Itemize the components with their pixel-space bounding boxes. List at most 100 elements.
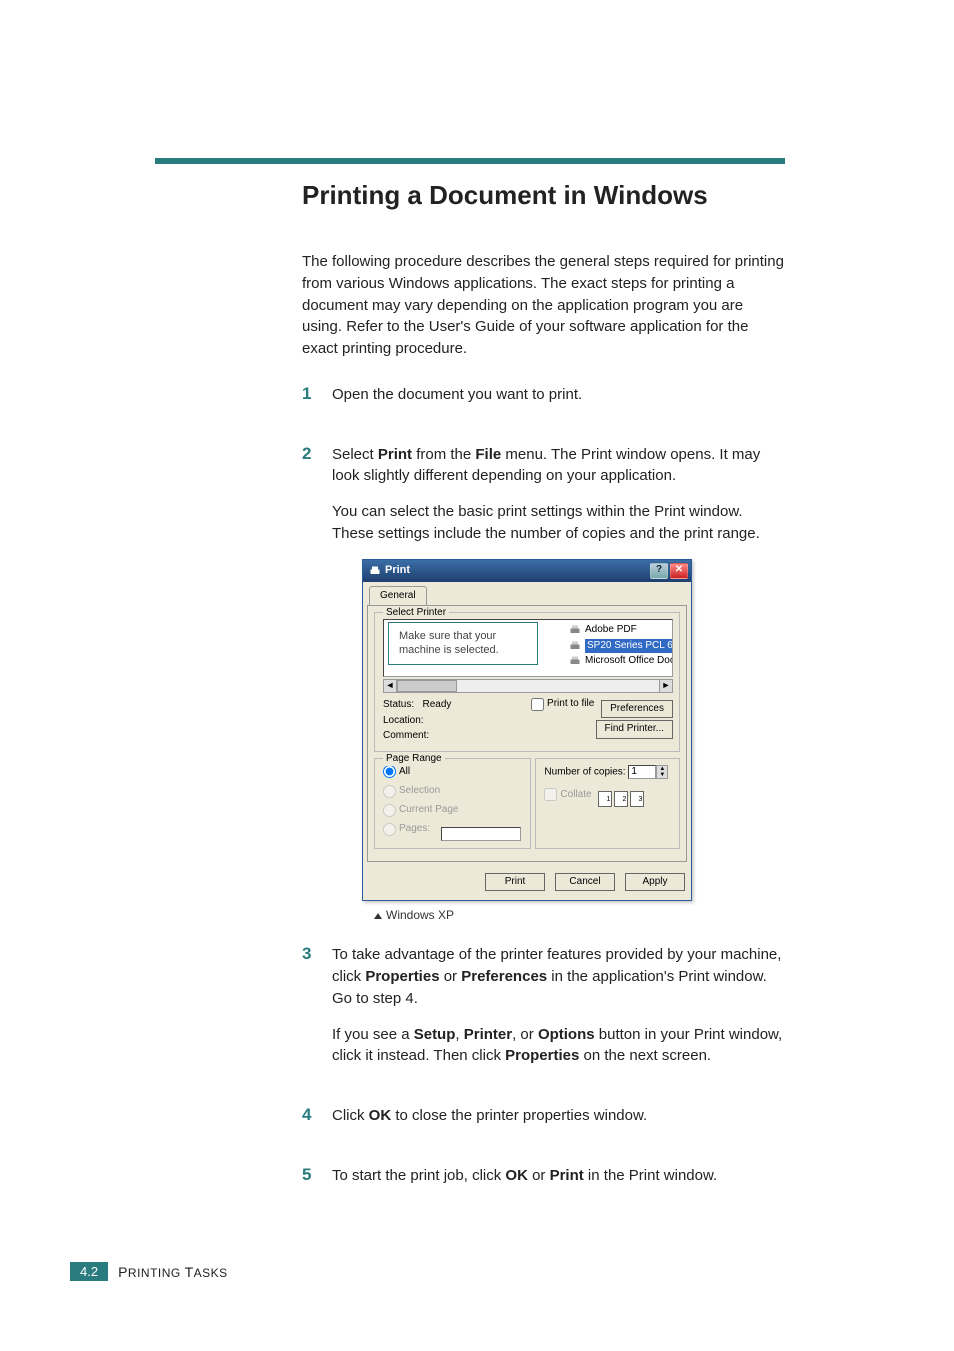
printer-item-selected[interactable]: SP20 Series PCL 6 [569, 639, 673, 654]
radio-label: Current Page [399, 803, 458, 818]
step-2: 2 Select Print from the File menu. The P… [302, 444, 786, 933]
top-rule [155, 158, 785, 164]
radio-current-page: Current Page [383, 803, 458, 818]
checkbox-label: Collate [560, 788, 591, 803]
dialog-title: Print [385, 563, 410, 579]
step-5-text: To start the print job, click OK or Prin… [332, 1165, 786, 1187]
page-title: Printing a Document in Windows [302, 180, 786, 211]
copies-group: Number of copies: ▲▼ Collate 123 [535, 758, 680, 849]
page-range-group: Page Range All Selection Current Page Pa… [374, 758, 531, 849]
print-to-file-checkbox[interactable]: Print to file [531, 697, 594, 712]
text: in the Print window. [584, 1167, 717, 1184]
bold-file: File [475, 446, 501, 463]
close-icon[interactable]: ✕ [670, 563, 688, 579]
radio [383, 804, 396, 817]
status-value: Ready [422, 699, 451, 710]
scroll-left-icon[interactable]: ◄ [383, 679, 397, 693]
step-3: 3 To take advantage of the printer featu… [302, 944, 786, 1081]
print-dialog: Print ? ✕ General Select Printer [362, 559, 692, 902]
triangle-icon [374, 913, 382, 919]
scroll-thumb[interactable] [397, 680, 457, 692]
radio-label: Selection [399, 784, 440, 799]
text: To start the print job, click [332, 1167, 505, 1184]
comment-label: Comment: [383, 729, 531, 744]
radio-pages: Pages: [383, 822, 430, 837]
text: If you see a [332, 1026, 414, 1043]
text: RINTING [128, 1266, 185, 1280]
step-3-p2: If you see a Setup, Printer, or Options … [332, 1024, 786, 1068]
page-number-badge: 4.2 [70, 1262, 108, 1281]
text: P [118, 1264, 128, 1280]
printer-item[interactable]: Microsoft Office Document Imag [569, 654, 673, 669]
scroll-right-icon[interactable]: ► [659, 679, 673, 693]
printer-icon [569, 624, 581, 636]
status-label: Status: [383, 699, 414, 710]
copies-label: Number of copies: [544, 766, 625, 777]
text: to close the printer properties window. [391, 1107, 647, 1124]
step-number: 4 [302, 1105, 332, 1141]
find-printer-button[interactable]: Find Printer... [596, 720, 673, 739]
bold-options: Options [538, 1026, 595, 1043]
bold-ok: OK [505, 1167, 528, 1184]
text: T [185, 1264, 194, 1280]
dialog-titlebar: Print ? ✕ [363, 560, 691, 582]
printer-icon [369, 565, 381, 577]
cancel-button[interactable]: Cancel [555, 873, 615, 892]
checkbox [544, 788, 557, 801]
bold-properties: Properties [505, 1047, 579, 1064]
printer-list[interactable]: Make sure that your machine is selected.… [383, 619, 673, 677]
text: Click [332, 1107, 369, 1124]
bold-properties: Properties [365, 968, 439, 985]
text: on the next screen. [579, 1047, 711, 1064]
text: ASKS [194, 1266, 228, 1280]
step-4: 4 Click OK to close the printer properti… [302, 1105, 786, 1141]
step-1-text: Open the document you want to print. [332, 384, 786, 406]
text: or [440, 968, 462, 985]
step-3-p1: To take advantage of the printer feature… [332, 944, 786, 1009]
print-button[interactable]: Print [485, 873, 545, 892]
select-printer-group: Select Printer Make sure that your machi… [374, 612, 680, 752]
printer-name: Microsoft Office Document Imag [585, 654, 673, 669]
step-number: 3 [302, 944, 332, 1081]
caption-text: Windows XP [386, 908, 454, 922]
text: Select [332, 446, 378, 463]
radio[interactable] [383, 765, 396, 778]
copies-input[interactable] [628, 765, 656, 779]
bold-setup: Setup [414, 1026, 456, 1043]
preferences-button[interactable]: Preferences [601, 700, 673, 719]
horizontal-scrollbar[interactable]: ◄ ► [383, 679, 673, 693]
page-footer: 4.2 PRINTING TASKS [70, 1262, 228, 1281]
figure-caption: Windows XP [374, 907, 786, 924]
collate-illustration: 123 [598, 791, 644, 807]
radio-label: Pages: [399, 822, 430, 837]
step-number: 1 [302, 384, 332, 420]
bold-preferences: Preferences [461, 968, 547, 985]
text: from the [412, 446, 475, 463]
spin-down-icon[interactable]: ▼ [657, 772, 667, 778]
step-2-p1: Select Print from the File menu. The Pri… [332, 444, 786, 488]
radio [383, 823, 396, 836]
checkbox-label: Print to file [547, 697, 594, 712]
apply-button[interactable]: Apply [625, 873, 685, 892]
pages-input[interactable] [441, 827, 521, 841]
text: , or [512, 1026, 538, 1043]
printer-icon [569, 640, 581, 652]
step-2-p2: You can select the basic print settings … [332, 501, 786, 545]
footer-section-title: PRINTING TASKS [118, 1264, 228, 1280]
tab-general[interactable]: General [369, 586, 427, 606]
bold-print: Print [550, 1167, 584, 1184]
collate-checkbox: Collate [544, 788, 591, 803]
radio [383, 785, 396, 798]
radio-all[interactable]: All [383, 765, 410, 780]
radio-label: All [399, 765, 410, 780]
text: or [528, 1167, 550, 1184]
checkbox[interactable] [531, 698, 544, 711]
step-1: 1 Open the document you want to print. [302, 384, 786, 420]
print-dialog-figure: Print ? ✕ General Select Printer [362, 559, 786, 925]
printer-name: Adobe PDF [585, 623, 637, 638]
group-label: Page Range [383, 752, 445, 767]
step-number: 5 [302, 1165, 332, 1201]
help-icon[interactable]: ? [650, 563, 668, 579]
copies-spinner[interactable]: ▲▼ [656, 765, 668, 779]
printer-item[interactable]: Adobe PDF [569, 623, 673, 638]
